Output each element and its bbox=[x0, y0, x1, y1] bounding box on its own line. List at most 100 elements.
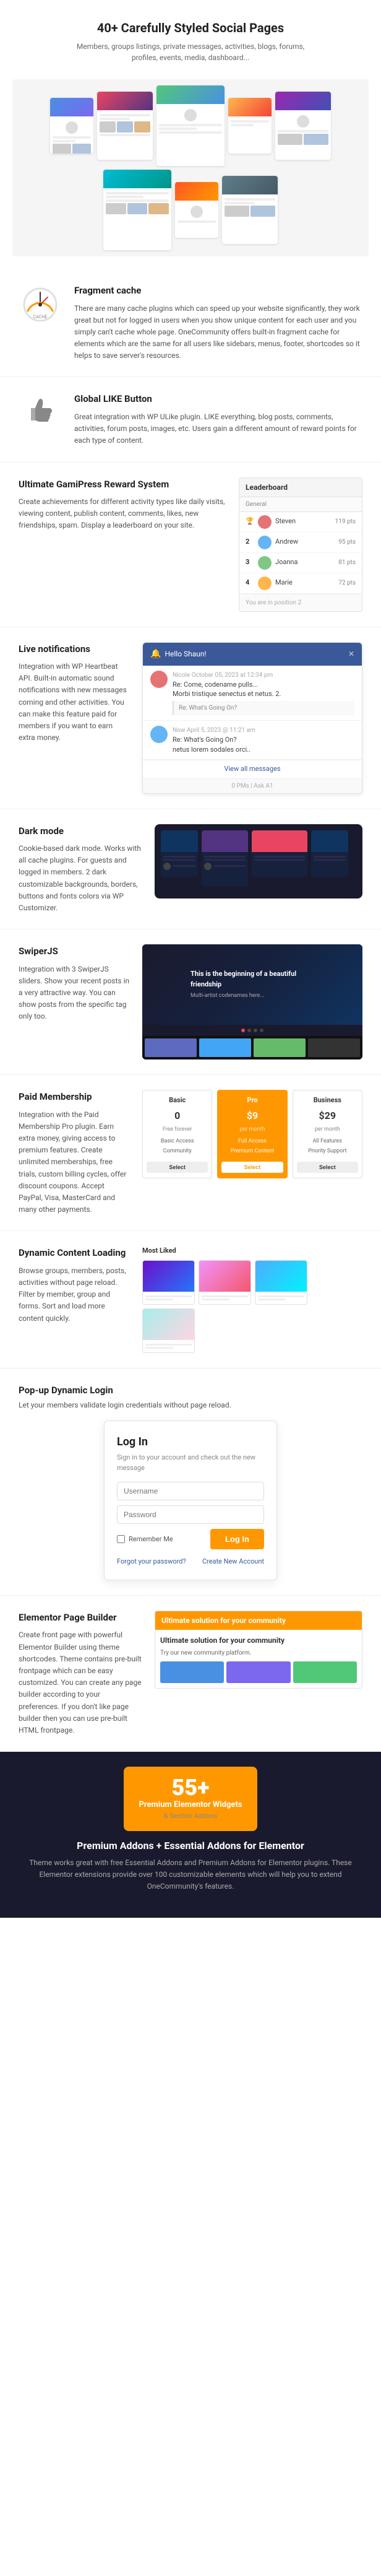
avatar bbox=[258, 536, 272, 549]
mockup-card-5 bbox=[275, 92, 331, 160]
elementor-img-1 bbox=[160, 1661, 224, 1683]
paid-plan-basic: Basic 0 Free forever Basic Access Commun… bbox=[142, 1090, 212, 1178]
speedometer-icon-col: CACHE bbox=[19, 284, 62, 323]
table-row: 4 Marie 72 pts bbox=[239, 573, 362, 594]
notif-greeting: Hello Shaun! bbox=[165, 648, 206, 659]
premium-badge-line2: & Section Addons bbox=[164, 1811, 218, 1822]
elementor-img-3 bbox=[293, 1661, 357, 1683]
swiperjs-desc: Integration with 3 SwiperJS sliders. Sho… bbox=[19, 964, 130, 1023]
paid-plan-business-button[interactable]: Select bbox=[297, 1162, 358, 1173]
elementor-widget-title: Ultimate solution for your community bbox=[160, 1635, 357, 1646]
dark-mode-section: Dark mode Cookie-based dark mode. Works … bbox=[0, 809, 381, 930]
view-all-messages-link[interactable]: View all messages bbox=[143, 760, 362, 778]
remember-me-checkbox[interactable] bbox=[117, 1535, 125, 1543]
fragment-cache-text: Fragment cache There are many cache plug… bbox=[74, 284, 362, 362]
notif-close-icon[interactable]: ✕ bbox=[348, 648, 354, 659]
notifications-widget: 🔔 Hello Shaun! ✕ Nicole October 05, 2023… bbox=[142, 642, 362, 794]
swiper-slide-sub: Multi-artist codenames here... bbox=[191, 992, 314, 1000]
dynamic-content-mockup: Most Liked bbox=[142, 1246, 362, 1353]
dark-card-1 bbox=[161, 830, 198, 877]
dynamic-content-section: Dynamic Content Loading Browse groups, m… bbox=[0, 1231, 381, 1368]
swiper-dot-1[interactable] bbox=[241, 1029, 245, 1032]
avatar bbox=[258, 577, 272, 590]
login-box: Log In Sign in to your account and check… bbox=[104, 1421, 277, 1580]
popup-login-subtitle: Let your members validate login credenti… bbox=[19, 1399, 362, 1411]
dynamic-content-title: Dynamic Content Loading bbox=[19, 1246, 130, 1260]
login-button[interactable]: Log In bbox=[210, 1529, 264, 1549]
login-bottom-links: Forgot your password? Create New Account bbox=[117, 1557, 264, 1567]
forgot-password-link[interactable]: Forgot your password? bbox=[117, 1557, 186, 1567]
elementor-widget-header: Ultimate solution for your community bbox=[155, 1611, 362, 1630]
swiper-thumb-4[interactable] bbox=[308, 1038, 360, 1057]
dark-card-3 bbox=[252, 830, 307, 877]
notif-footer: 0 PMs | Ask A1 bbox=[143, 778, 362, 793]
swiper-slide: This is the beginning of a beautiful fri… bbox=[142, 944, 362, 1025]
elementor-section: Elementor Page Builder Create front page… bbox=[0, 1596, 381, 1752]
leaderboard-subtitle: General bbox=[239, 497, 362, 512]
swiper-thumbnails bbox=[142, 1036, 362, 1060]
live-notif-title: Live notifications bbox=[19, 642, 130, 656]
premium-badge-line1: Premium Elementor Widgets bbox=[139, 1799, 242, 1811]
elementor-desc: Create front page with powerful Elemento… bbox=[19, 1629, 142, 1736]
swiper-dot-4[interactable] bbox=[260, 1029, 263, 1032]
create-account-link[interactable]: Create New Account bbox=[202, 1557, 264, 1567]
password-input[interactable] bbox=[117, 1505, 264, 1524]
dark-mode-desc: Cookie-based dark mode. Works with all c… bbox=[19, 843, 142, 914]
username-input[interactable] bbox=[117, 1482, 264, 1500]
mockup-card-6 bbox=[103, 170, 171, 250]
dark-card-2 bbox=[202, 830, 248, 886]
gamipress-section: Ultimate GamiPress Reward System Create … bbox=[0, 463, 381, 627]
elementor-mockup: Ultimate solution for your community Ult… bbox=[155, 1611, 362, 1689]
paid-plan-pro-button[interactable]: Select bbox=[221, 1162, 283, 1173]
message-reply: Re: What's Going On? bbox=[173, 701, 354, 715]
avatar bbox=[150, 671, 168, 688]
paid-plan-pro: Pro $9 per month Full Access Premium Con… bbox=[217, 1090, 287, 1178]
message-author: Re: What's Going On? bbox=[173, 735, 354, 744]
dynamic-content-desc: Browse groups, members, posts, activitie… bbox=[19, 1265, 130, 1325]
popup-login-section: Pop-up Dynamic Login Let your members va… bbox=[0, 1368, 381, 1596]
leaderboard-widget: Leaderboard General 🏆 Steven 119 pts 2 A… bbox=[239, 477, 362, 612]
message-text: netus lorem sodales orci.. bbox=[173, 745, 354, 754]
live-notif-text: Live notifications Integration with WP H… bbox=[19, 642, 130, 744]
table-row: 2 Andrew 95 pts bbox=[239, 533, 362, 553]
login-box-title: Log In bbox=[117, 1434, 264, 1450]
paid-plan-basic-button[interactable]: Select bbox=[147, 1162, 208, 1173]
dynamic-card-3 bbox=[255, 1260, 307, 1305]
avatar bbox=[150, 726, 168, 743]
live-notifications-section: Live notifications Integration with WP H… bbox=[0, 627, 381, 809]
paid-plans-mockup: Basic 0 Free forever Basic Access Commun… bbox=[142, 1090, 362, 1178]
svg-text:CACHE: CACHE bbox=[33, 315, 48, 320]
swiper-thumb-2[interactable] bbox=[199, 1038, 251, 1057]
speedometer-icon: CACHE bbox=[22, 286, 59, 323]
premium-badge-number: 55+ bbox=[172, 1777, 210, 1799]
swiper-thumb-1[interactable] bbox=[145, 1038, 197, 1057]
premium-addons-desc: Theme works great with free Essential Ad… bbox=[12, 1857, 369, 1893]
fragment-cache-title: Fragment cache bbox=[74, 284, 362, 298]
elementor-widget: Ultimate solution for your community Ult… bbox=[155, 1611, 362, 1689]
social-mockup bbox=[12, 79, 369, 256]
avatar bbox=[258, 556, 272, 570]
dark-mode-mockup bbox=[155, 824, 362, 899]
global-like-section: Global LIKE Button Great integration wit… bbox=[0, 377, 381, 462]
swiper-thumb-3[interactable] bbox=[254, 1038, 306, 1057]
dark-mode-title: Dark mode bbox=[19, 824, 142, 838]
swiper-dot-3[interactable] bbox=[254, 1029, 257, 1032]
leaderboard-footer: You are in position 2 bbox=[239, 594, 362, 611]
mockup-card-1 bbox=[50, 98, 93, 154]
header-subtitle: Members, groups listings, private messag… bbox=[67, 41, 314, 63]
message-date: Now April 5, 2023 @ 11:21 am bbox=[173, 726, 354, 735]
thumbs-up-icon bbox=[25, 394, 56, 425]
paid-membership-desc: Integration with the Paid Membership Pro… bbox=[19, 1109, 130, 1216]
premium-addons-section: 55+ Premium Elementor Widgets & Section … bbox=[0, 1752, 381, 1918]
gamipress-text: Ultimate GamiPress Reward System Create … bbox=[19, 477, 226, 532]
like-icon-col bbox=[19, 392, 62, 425]
swiperjs-title: SwiperJS bbox=[19, 944, 130, 959]
notif-header: 🔔 Hello Shaun! ✕ bbox=[143, 643, 362, 666]
login-box-subtitle: Sign in to your account and check out th… bbox=[117, 1453, 264, 1473]
mockup-card-7 bbox=[175, 182, 218, 238]
live-notif-desc: Integration with WP Heartbeat API. Built… bbox=[19, 661, 130, 744]
swiper-slide-title: This is the beginning of a beautiful fri… bbox=[191, 969, 314, 990]
remember-me-label: Remember Me bbox=[129, 1534, 173, 1545]
swiper-dot-2[interactable] bbox=[247, 1029, 251, 1032]
mockup-card-3 bbox=[156, 85, 225, 166]
